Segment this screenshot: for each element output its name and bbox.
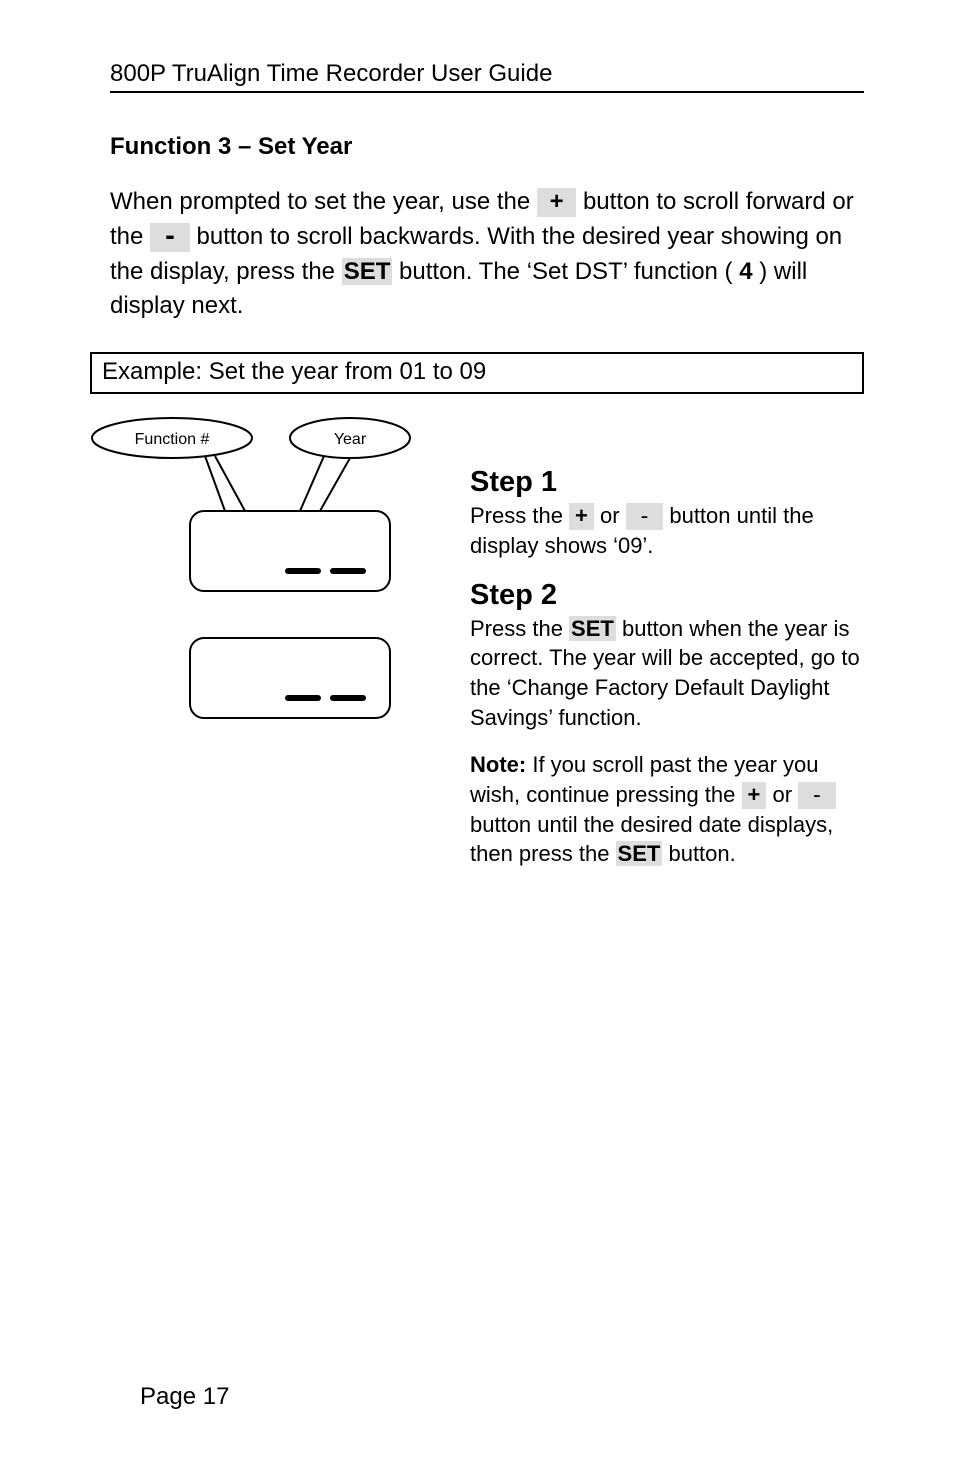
page-number: Page 17 xyxy=(140,1383,229,1411)
display-diagram-1: Function # Year xyxy=(90,416,440,611)
section-title: Function 3 – Set Year xyxy=(110,133,864,161)
plus-button-inline: + xyxy=(537,188,576,217)
intro-text: When prompted to set the year, use the xyxy=(110,188,537,215)
step-1-heading: Step 1 xyxy=(470,466,864,499)
running-header: 800P TruAlign Time Recorder User Guide xyxy=(110,60,864,93)
set-button-inline: SET xyxy=(616,841,663,866)
step-2-heading: Step 2 xyxy=(470,579,864,612)
callout-year: Year xyxy=(334,431,367,448)
text: Press the xyxy=(470,503,569,528)
callout-function-no: Function # xyxy=(135,431,210,448)
minus-button-inline: - xyxy=(626,503,664,530)
text: button. xyxy=(668,841,735,866)
display-diagram-2 xyxy=(90,633,440,738)
step-2-text: Press the SET button when the year is co… xyxy=(470,614,864,733)
intro-text: button. The ‘Set DST’ function ( xyxy=(399,258,733,285)
minus-button-inline: - xyxy=(798,782,836,809)
plus-button-inline: + xyxy=(742,782,767,809)
example-box: Example: Set the year from 01 to 09 xyxy=(90,352,864,394)
set-button-inline: SET xyxy=(569,616,616,641)
note-label: Note: xyxy=(470,752,526,777)
function-number: 4 xyxy=(739,258,752,285)
text: Press the xyxy=(470,616,569,641)
set-button-inline: SET xyxy=(342,258,393,285)
text: or xyxy=(600,503,626,528)
intro-paragraph: When prompted to set the year, use the +… xyxy=(110,185,864,324)
plus-button-inline: + xyxy=(569,503,594,530)
note-text: Note: If you scroll past the year you wi… xyxy=(470,750,864,869)
minus-button-inline: - xyxy=(150,223,190,252)
step-1-text: Press the + or - button until the displa… xyxy=(470,501,864,560)
text: or xyxy=(772,782,798,807)
